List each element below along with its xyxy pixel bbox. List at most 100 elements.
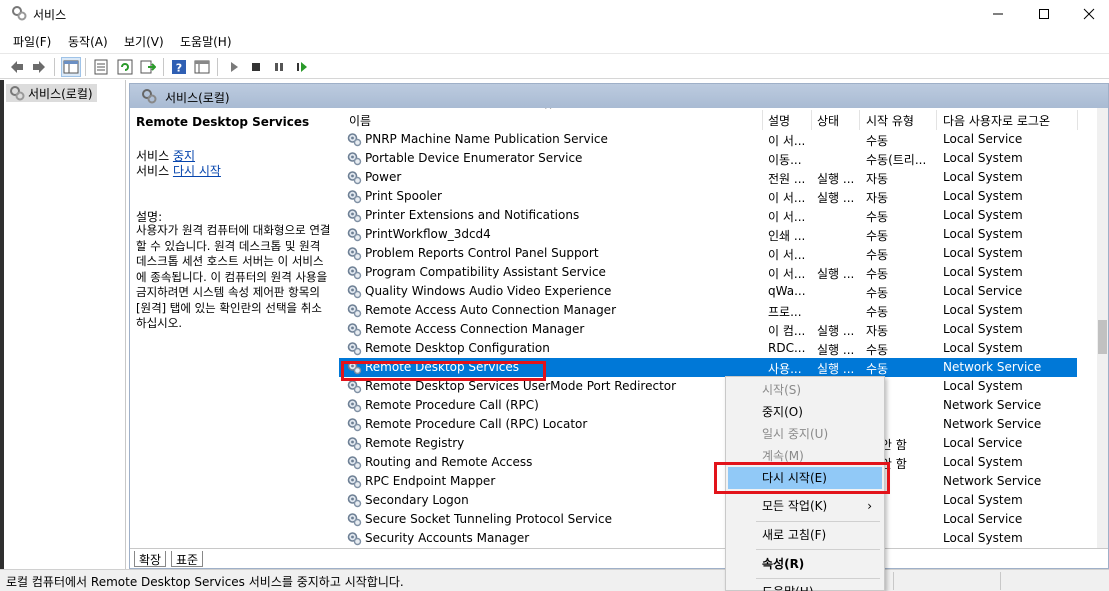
column-divider[interactable] (811, 110, 812, 130)
refresh-button[interactable] (115, 57, 135, 77)
menu-file[interactable]: 파일(F) (13, 33, 51, 50)
service-row[interactable]: PNRP Machine Name Publication Service 이 서… (339, 130, 1077, 149)
service-row[interactable]: PrintWorkflow_3dcd4 인쇄 ... 수동 Local System (339, 225, 1077, 244)
column-divider[interactable] (762, 110, 763, 130)
tab-standard[interactable]: 표준 (171, 551, 204, 567)
service-row[interactable]: Remote Registry 용 안 함 Local Service (339, 434, 1077, 453)
service-gear-icon (346, 530, 362, 548)
menu-item-help[interactable]: 도움말(H) (728, 581, 882, 591)
column-divider[interactable] (859, 110, 860, 130)
properties-list-button[interactable] (91, 57, 111, 77)
service-gear-icon (346, 511, 362, 530)
action-prefix: 서비스 (136, 149, 173, 163)
restart-service-button[interactable] (292, 57, 312, 77)
service-logon-as: Local System (943, 455, 1023, 469)
column-description[interactable]: 설명 (768, 112, 790, 129)
sort-ascending-icon: ^ (544, 108, 553, 116)
menu-item-all-tasks[interactable]: 모든 작업(K) › (728, 495, 882, 517)
column-name[interactable]: 이름 (349, 112, 371, 129)
panel-title: 서비스(로컬) (165, 91, 230, 105)
service-row[interactable]: Print Spooler 이 서... 실행 ... 자동 Local System (339, 187, 1077, 206)
service-startup-type: 수동 (866, 305, 889, 319)
service-logon-as: Network Service (943, 360, 1042, 374)
menu-item-stop[interactable]: 중지(O) (728, 401, 882, 423)
service-gear-icon (346, 340, 362, 359)
view-button[interactable] (192, 57, 212, 77)
column-divider[interactable] (1077, 110, 1078, 130)
service-row[interactable]: Secondary Logon Local System (339, 491, 1077, 510)
submenu-arrow-icon: › (867, 499, 872, 513)
service-logon-as: Local Service (943, 132, 1023, 146)
menu-separator (756, 549, 880, 550)
service-row[interactable]: Remote Desktop Services 사용... 실행 ... 수동 Netw… (339, 358, 1077, 377)
service-gear-icon (346, 150, 362, 169)
menu-item-restart[interactable]: 다시 시작(E) (728, 467, 882, 489)
service-startup-type: 자동 (866, 191, 889, 205)
close-button[interactable] (1066, 0, 1109, 28)
menu-view[interactable]: 보기(V) (124, 33, 164, 50)
service-logon-as: Local System (943, 208, 1023, 222)
column-status[interactable]: 상태 (817, 112, 839, 129)
service-gear-icon (346, 131, 362, 150)
scrollbar-thumb[interactable] (1098, 320, 1107, 354)
show-tree-button[interactable] (61, 57, 81, 77)
service-row[interactable]: RPC Endpoint Mapper Network Service (339, 472, 1077, 491)
service-row[interactable]: Power 전원 ... 실행 ... 자동 Local System (339, 168, 1077, 187)
service-row[interactable]: Quality Windows Audio Video Experience qW… (339, 282, 1077, 301)
forward-button[interactable] (29, 57, 49, 77)
window-title: 서비스 (33, 8, 67, 22)
service-row[interactable]: Remote Access Connection Manager 이 컴... 실행… (339, 320, 1077, 339)
help-button[interactable]: ? (169, 57, 189, 77)
menu-item-refresh[interactable]: 새로 고침(F) (728, 524, 882, 546)
service-row[interactable]: Remote Desktop Services UserMode Port Re… (339, 377, 1077, 396)
start-service-button[interactable] (224, 57, 244, 77)
restart-service-link[interactable]: 다시 시작 (173, 164, 221, 178)
service-name: Remote Procedure Call (RPC) (365, 398, 539, 412)
menu-bar: 파일(F) 동작(A) 보기(V) 도움말(H) (0, 30, 1109, 52)
service-row[interactable]: Routing and Remote Access 용 안 함 Local Syst… (339, 453, 1077, 472)
service-gear-icon (346, 435, 362, 454)
service-gear-icon (346, 169, 362, 188)
service-logon-as: Network Service (943, 417, 1042, 431)
pause-service-button[interactable] (269, 57, 289, 77)
menu-item-start[interactable]: 시작(S) (728, 379, 882, 401)
maximize-button[interactable] (1021, 0, 1067, 28)
column-divider[interactable] (936, 110, 937, 130)
minimize-button[interactable] (975, 0, 1021, 28)
service-startup-type: 수동 (866, 248, 889, 262)
tree-item-services-local[interactable]: 서비스(로컬) (6, 84, 97, 102)
service-logon-as: Local System (943, 227, 1023, 241)
back-button[interactable] (7, 57, 27, 77)
service-row[interactable]: Portable Device Enumerator Service 이동... 수… (339, 149, 1077, 168)
stop-service-button[interactable] (246, 57, 266, 77)
vertical-scrollbar[interactable] (1097, 108, 1108, 548)
column-startup-type[interactable]: 시작 유형 (866, 112, 914, 129)
services-gear-icon (141, 88, 157, 107)
panel-header: 서비스(로컬) (130, 84, 1108, 108)
menu-help[interactable]: 도움말(H) (180, 33, 232, 50)
export-button[interactable] (138, 57, 158, 77)
action-prefix: 서비스 (136, 164, 173, 178)
service-row[interactable]: Problem Reports Control Panel Support 이 서… (339, 244, 1077, 263)
service-row[interactable]: Remote Procedure Call (RPC) Network Servi… (339, 396, 1077, 415)
service-description: 인쇄 ... (768, 229, 806, 243)
menu-item-resume[interactable]: 계속(M) (728, 445, 882, 467)
stop-icon (252, 63, 260, 71)
service-row[interactable]: Printer Extensions and Notifications 이 서.… (339, 206, 1077, 225)
menu-item-pause[interactable]: 일시 중지(U) (728, 423, 882, 445)
service-row[interactable]: Program Compatibility Assistant Service 이… (339, 263, 1077, 282)
service-row[interactable]: Remote Access Auto Connection Manager 프로.… (339, 301, 1077, 320)
refresh-icon (117, 59, 133, 75)
tab-extended[interactable]: 확장 (134, 551, 167, 567)
service-row[interactable]: Remote Procedure Call (RPC) Locator Netwo… (339, 415, 1077, 434)
description-text: 사용자가 원격 컴퓨터에 대화형으로 연결할 수 있습니다. 원격 데스크톱 및… (136, 223, 331, 330)
service-row[interactable]: Security Accounts Manager Local System (339, 529, 1077, 548)
service-row[interactable]: Secure Socket Tunneling Protocol Service… (339, 510, 1077, 529)
stop-service-link[interactable]: 중지 (173, 149, 195, 163)
service-row[interactable]: Remote Desktop Configuration RDC... 실행 ...… (339, 339, 1077, 358)
service-name: Remote Access Connection Manager (365, 322, 585, 336)
menu-action[interactable]: 동작(A) (68, 33, 108, 50)
service-status: 실행 ... (817, 362, 855, 376)
menu-item-properties[interactable]: 속성(R) (728, 553, 882, 575)
column-logon-as[interactable]: 다음 사용자로 로그온 (943, 112, 1050, 129)
